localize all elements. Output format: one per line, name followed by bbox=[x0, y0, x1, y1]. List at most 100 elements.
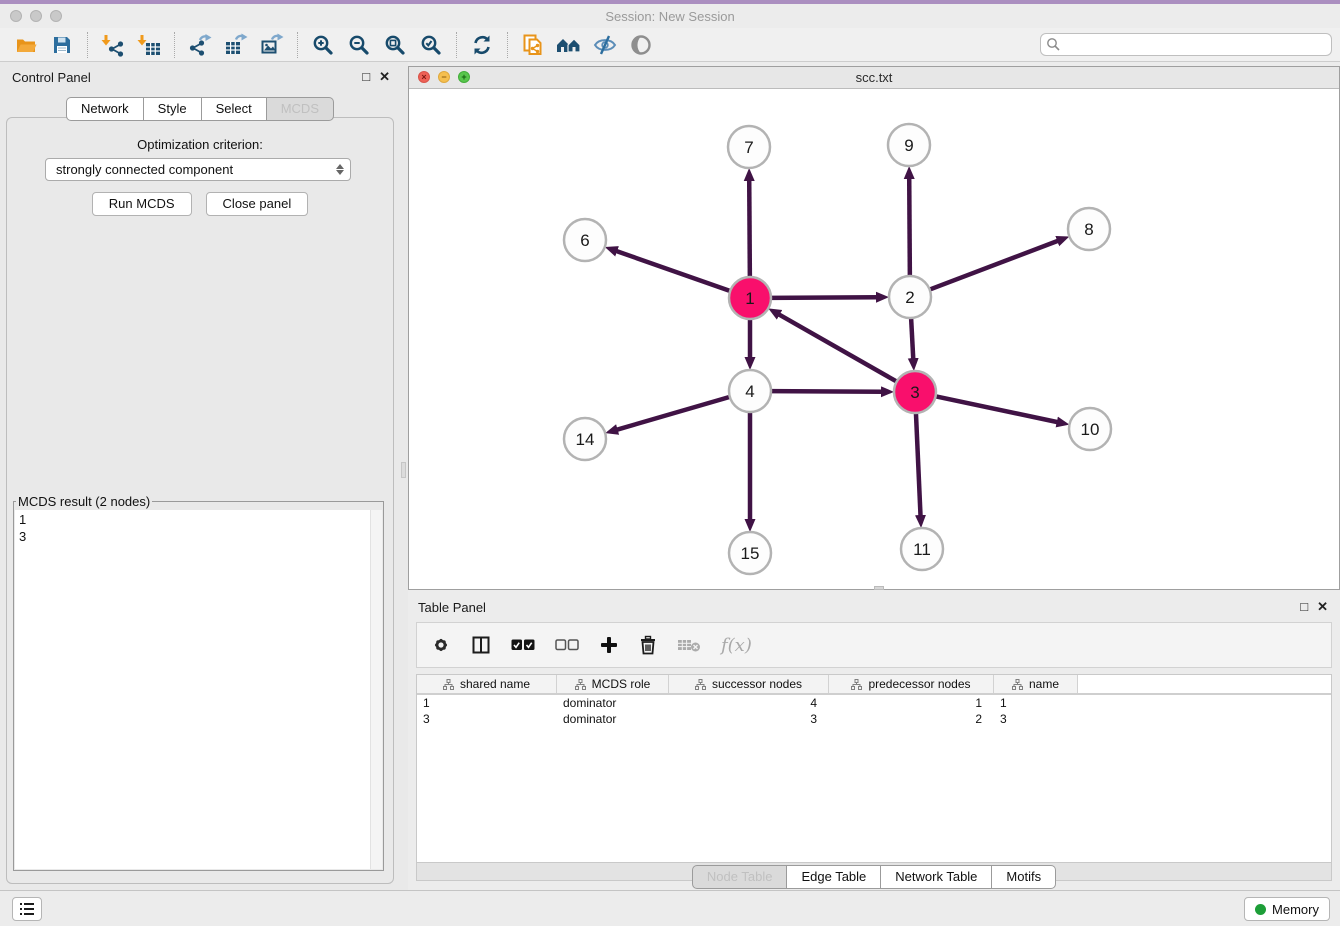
first-neighbors-button[interactable] bbox=[551, 31, 587, 59]
table-cell[interactable]: dominator bbox=[557, 696, 669, 710]
graph-edge-1-2[interactable] bbox=[771, 297, 878, 298]
column-label: successor nodes bbox=[712, 677, 802, 691]
float-panel-icon[interactable]: □ bbox=[362, 69, 370, 85]
graph-edge-2-8[interactable] bbox=[930, 240, 1059, 289]
zoom-selected-button[interactable] bbox=[413, 31, 449, 59]
unselect-all-button[interactable] bbox=[555, 638, 579, 652]
graph-edge-3-1[interactable] bbox=[778, 314, 897, 382]
graph-edge-1-6[interactable] bbox=[615, 251, 730, 291]
control-panel-tabs: NetworkStyleSelectMCDS bbox=[0, 97, 400, 121]
graph-edge-1-7[interactable] bbox=[749, 179, 750, 277]
close-panel-icon[interactable]: ✕ bbox=[379, 69, 390, 85]
refresh-layout-button[interactable] bbox=[464, 31, 500, 59]
table-cell[interactable]: 2 bbox=[829, 712, 994, 726]
tab-network-table[interactable]: Network Table bbox=[881, 865, 992, 889]
splitter-grip[interactable] bbox=[401, 462, 406, 478]
graph-edge-3-11[interactable] bbox=[916, 413, 921, 517]
open-session-button[interactable] bbox=[8, 31, 44, 59]
graph-edge-4-3[interactable] bbox=[771, 391, 883, 392]
export-table-button[interactable] bbox=[218, 31, 254, 59]
mcds-result-text[interactable]: 1 3 bbox=[15, 510, 382, 869]
table-cell[interactable]: 1 bbox=[994, 696, 1078, 710]
close-table-panel-icon[interactable]: ✕ bbox=[1317, 599, 1328, 615]
graph-edge-2-9[interactable] bbox=[909, 177, 910, 276]
table-settings-button[interactable] bbox=[431, 635, 451, 655]
table-toolbar: f(x) bbox=[416, 622, 1332, 668]
table-row[interactable]: 1dominator411 bbox=[417, 695, 1331, 711]
column-header-MCDS-role[interactable]: MCDS role bbox=[557, 675, 669, 693]
memory-button[interactable]: Memory bbox=[1244, 897, 1330, 921]
export-table-icon bbox=[224, 33, 248, 57]
birds-eye-icon bbox=[629, 33, 653, 57]
refresh-icon bbox=[470, 33, 494, 57]
panel-splitter[interactable] bbox=[400, 62, 408, 890]
tab-motifs[interactable]: Motifs bbox=[992, 865, 1056, 889]
toolbar-search[interactable] bbox=[1040, 33, 1332, 56]
column-header-name[interactable]: name bbox=[994, 675, 1078, 693]
column-header-predecessor-nodes[interactable]: predecessor nodes bbox=[829, 675, 994, 693]
table-cell[interactable]: 3 bbox=[669, 712, 829, 726]
export-network-button[interactable] bbox=[182, 31, 218, 59]
table-cell[interactable]: 1 bbox=[417, 696, 557, 710]
memory-status-icon bbox=[1255, 904, 1266, 915]
network-canvas[interactable]: 7968124314101511 bbox=[409, 89, 1339, 590]
function-builder-button[interactable]: f(x) bbox=[721, 635, 752, 656]
save-session-button[interactable] bbox=[44, 31, 80, 59]
export-image-button[interactable] bbox=[254, 31, 290, 59]
table-cell[interactable]: 4 bbox=[669, 696, 829, 710]
chevron-up-down-icon bbox=[336, 164, 344, 175]
table-row[interactable]: 3dominator323 bbox=[417, 711, 1331, 727]
column-type-icon bbox=[575, 679, 586, 690]
double-home-icon bbox=[556, 33, 582, 57]
tab-mcds[interactable]: MCDS bbox=[267, 97, 334, 121]
graph-edge-2-3[interactable] bbox=[911, 318, 913, 360]
tab-edge-table[interactable]: Edge Table bbox=[787, 865, 881, 889]
zoom-in-button[interactable] bbox=[305, 31, 341, 59]
float-table-panel-icon[interactable]: □ bbox=[1300, 599, 1308, 615]
select-all-button[interactable] bbox=[511, 638, 535, 652]
clone-network-button[interactable] bbox=[515, 31, 551, 59]
tab-node-table[interactable]: Node Table bbox=[692, 865, 788, 889]
search-input[interactable] bbox=[1065, 37, 1331, 52]
graph-edge-3-10[interactable] bbox=[936, 396, 1059, 422]
graph-node-label-10: 10 bbox=[1081, 420, 1100, 439]
import-table-button[interactable] bbox=[131, 31, 167, 59]
table-cell[interactable]: dominator bbox=[557, 712, 669, 726]
graph-edge-4-14[interactable] bbox=[616, 397, 730, 430]
tab-select[interactable]: Select bbox=[202, 97, 267, 121]
zoom-out-icon bbox=[347, 33, 371, 57]
tab-style[interactable]: Style bbox=[144, 97, 202, 121]
delete-row-button[interactable] bbox=[639, 635, 657, 655]
run-mcds-button[interactable]: Run MCDS bbox=[92, 192, 192, 216]
fit-content-icon bbox=[383, 33, 407, 57]
table-header-row: shared nameMCDS role successor nodes prede… bbox=[417, 675, 1331, 695]
show-hide-graphics-details-button[interactable] bbox=[587, 31, 623, 59]
table-cell[interactable]: 3 bbox=[417, 712, 557, 726]
import-network-button[interactable] bbox=[95, 31, 131, 59]
table-cell[interactable]: 1 bbox=[829, 696, 994, 710]
eye-slash-icon bbox=[593, 33, 617, 57]
toolbar-separator bbox=[174, 32, 175, 58]
table-cell[interactable]: 3 bbox=[994, 712, 1078, 726]
tab-network[interactable]: Network bbox=[66, 97, 144, 121]
save-icon bbox=[50, 33, 74, 57]
delete-table-button[interactable] bbox=[677, 637, 701, 653]
column-header-successor-nodes[interactable]: successor nodes bbox=[669, 675, 829, 693]
optimization-criterion-label: Optimization criterion: bbox=[7, 137, 393, 152]
fit-content-button[interactable] bbox=[377, 31, 413, 59]
window-resize-handle[interactable] bbox=[874, 586, 884, 590]
add-row-button[interactable] bbox=[599, 635, 619, 655]
network-window-titlebar[interactable]: × − + scc.txt bbox=[409, 67, 1339, 89]
graph-node-label-8: 8 bbox=[1084, 220, 1093, 239]
zoom-out-button[interactable] bbox=[341, 31, 377, 59]
birds-eye-view-button[interactable] bbox=[623, 31, 659, 59]
graph-node-label-15: 15 bbox=[741, 544, 760, 563]
optimization-criterion-select[interactable]: strongly connected component bbox=[45, 158, 351, 181]
result-scrollbar[interactable] bbox=[370, 510, 382, 869]
column-header-shared-name[interactable]: shared name bbox=[417, 675, 557, 693]
criterion-value: strongly connected component bbox=[56, 162, 336, 177]
close-panel-button[interactable]: Close panel bbox=[206, 192, 309, 216]
mcds-result-title: MCDS result (2 nodes) bbox=[16, 494, 152, 509]
show-column-button[interactable] bbox=[471, 635, 491, 655]
task-history-button[interactable] bbox=[12, 897, 42, 921]
